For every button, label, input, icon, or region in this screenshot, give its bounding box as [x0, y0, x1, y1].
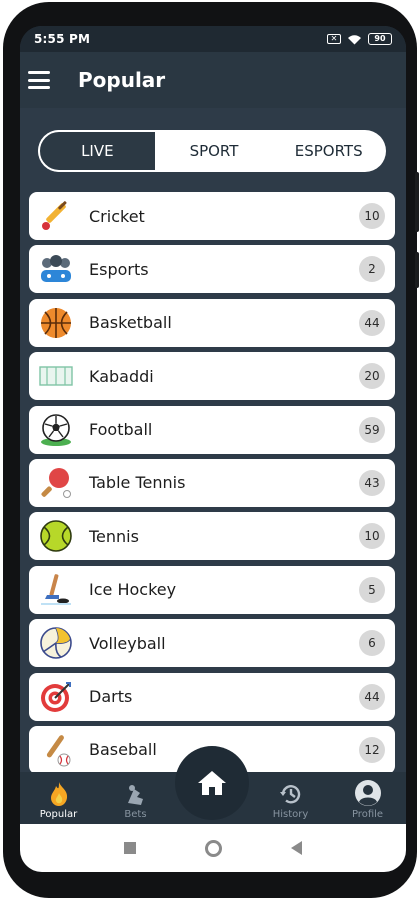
tab-sport[interactable]: SPORT — [157, 130, 272, 172]
page-title: Popular — [78, 68, 166, 92]
sport-name: Esports — [89, 259, 149, 279]
menu-icon[interactable] — [28, 71, 50, 89]
list-item-kabaddi[interactable]: Kabaddi 20 — [29, 352, 395, 401]
event-count-badge: 2 — [359, 256, 385, 283]
nav-label: History — [272, 809, 309, 820]
nav-profile[interactable]: Profile — [329, 779, 406, 820]
sport-name: Football — [89, 420, 153, 440]
cricket-icon — [39, 199, 73, 233]
event-count-badge: 44 — [359, 683, 385, 710]
football-icon — [39, 413, 73, 447]
home-button[interactable] — [175, 746, 249, 820]
category-tabs: LIVE SPORT ESPORTS — [38, 130, 386, 172]
event-count-badge: 6 — [359, 630, 385, 657]
phone-frame: 5:55 PM ✕ 90 Popular LIVE SPORT ESPORTS — [3, 2, 419, 898]
sport-name: Kabaddi — [89, 366, 154, 386]
sport-name: Tennis — [89, 526, 139, 546]
esports-icon — [39, 252, 73, 286]
sport-name: Darts — [89, 687, 133, 707]
sports-list: Cricket 10 Esports 2 Basketball 44 Kabad… — [29, 192, 395, 779]
list-item-esports[interactable]: Esports 2 — [29, 245, 395, 294]
wifi-icon — [348, 34, 361, 44]
basketball-icon — [39, 306, 73, 340]
sport-name: Ice Hockey — [89, 580, 177, 600]
power-button — [415, 252, 419, 288]
nav-history[interactable]: History — [252, 781, 329, 820]
app-bar: Popular — [20, 52, 406, 108]
event-count-badge: 5 — [359, 576, 385, 603]
event-count-badge: 10 — [359, 523, 385, 550]
history-icon — [279, 785, 300, 804]
sport-name: Cricket — [89, 206, 145, 226]
tennis-icon — [39, 519, 73, 553]
nav-label: Popular — [39, 809, 78, 820]
ice-hockey-icon — [39, 573, 73, 607]
event-count-badge: 43 — [359, 469, 385, 496]
flame-icon — [50, 782, 67, 806]
system-navigation-bar — [20, 824, 406, 872]
event-count-badge: 10 — [359, 203, 385, 229]
tab-live[interactable]: LIVE — [38, 130, 157, 172]
list-item-tennis[interactable]: Tennis 10 — [29, 512, 395, 561]
list-item-darts[interactable]: Darts 44 — [29, 672, 395, 721]
darts-icon — [39, 680, 73, 714]
nav-label: Profile — [351, 809, 384, 820]
profile-icon — [354, 780, 381, 806]
nav-bets[interactable]: Bets — [97, 783, 174, 820]
list-item-table-tennis[interactable]: Table Tennis 43 — [29, 458, 395, 507]
volume-button — [415, 172, 419, 232]
event-count-badge: 20 — [359, 363, 385, 390]
bets-icon — [127, 785, 143, 805]
sport-name: Volleyball — [89, 633, 166, 653]
volleyball-icon — [39, 626, 73, 660]
kabaddi-icon — [39, 359, 73, 393]
sim-icon: ✕ — [327, 34, 341, 44]
nav-popular[interactable]: Popular — [20, 781, 97, 820]
battery-icon: 90 — [368, 33, 392, 45]
event-count-badge: 44 — [359, 309, 385, 336]
status-bar: 5:55 PM ✕ 90 — [20, 26, 406, 52]
sport-name: Table Tennis — [89, 473, 186, 493]
recent-apps-icon[interactable] — [124, 842, 137, 854]
nav-label: Bets — [124, 809, 147, 820]
list-item-ice-hockey[interactable]: Ice Hockey 5 — [29, 565, 395, 614]
list-item-football[interactable]: Football 59 — [29, 405, 395, 454]
table-tennis-icon — [39, 466, 73, 500]
sport-name: Basketball — [89, 313, 172, 333]
list-item-volleyball[interactable]: Volleyball 6 — [29, 619, 395, 668]
baseball-icon — [39, 733, 73, 767]
list-item-basketball[interactable]: Basketball 44 — [29, 298, 395, 347]
status-time: 5:55 PM — [34, 32, 91, 46]
tab-esports[interactable]: ESPORTS — [271, 130, 386, 172]
list-item-cricket[interactable]: Cricket 10 — [29, 192, 395, 240]
event-count-badge: 12 — [359, 736, 385, 763]
home-circle-icon[interactable] — [204, 839, 222, 857]
event-count-badge: 59 — [359, 416, 385, 443]
home-icon — [198, 771, 226, 795]
back-icon[interactable] — [290, 841, 302, 855]
app-screen: 5:55 PM ✕ 90 Popular LIVE SPORT ESPORTS — [20, 26, 406, 872]
